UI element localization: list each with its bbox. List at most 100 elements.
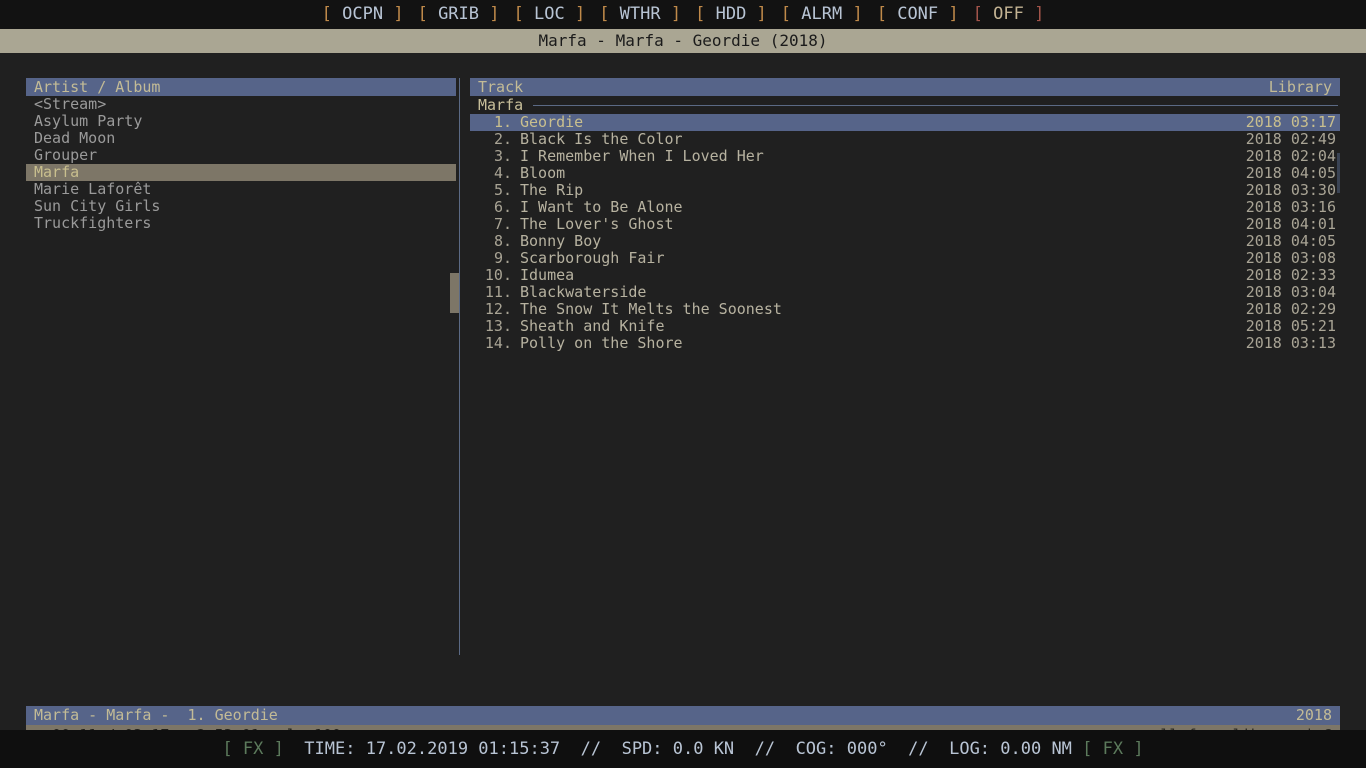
list-item-stream[interactable]: <Stream> [26, 96, 456, 113]
bracket-close: ] [383, 4, 404, 24]
library-column-label: Library [1268, 77, 1332, 96]
track-list[interactable]: 1. Geordie 2018 03:17 2. Black Is the Co… [470, 114, 1340, 352]
menu-item-label: LOC [533, 4, 565, 24]
track-number: 12. [484, 300, 512, 318]
table-row[interactable]: 6. I Want to Be Alone 2018 03:16 [470, 199, 1340, 216]
panel-divider [459, 78, 460, 655]
track-year: 2018 [1245, 317, 1282, 335]
track-spacer [1282, 166, 1291, 181]
track-number: 6. [493, 198, 512, 216]
main-content: Artist / Album <Stream> Asylum Party Dea… [0, 53, 1366, 745]
bracket-close: ] [842, 4, 863, 24]
table-row[interactable]: 2. Black Is the Color 2018 02:49 [470, 131, 1340, 148]
list-item-marfa[interactable]: Marfa [26, 164, 456, 181]
table-row[interactable]: 8. Bonny Boy 2018 04:05 [470, 233, 1340, 250]
track-title: The Snow It Melts the Soonest [520, 300, 782, 318]
menu-item-label: ALRM [801, 4, 843, 24]
table-row[interactable]: 4. Bloom 2018 04:05 [470, 165, 1340, 182]
track-spacer [1282, 132, 1291, 147]
list-item-label: Marfa [34, 163, 80, 181]
table-row[interactable]: 1. Geordie 2018 03:17 [470, 114, 1340, 131]
nav-readout-spacer-right [1072, 739, 1082, 759]
track-spacer [1282, 319, 1291, 334]
artist-album-header-label: Artist / Album [34, 77, 161, 96]
nav-readout: TIME: 17.02.2019 01:15:37 // SPD: 0.0 KN… [304, 739, 1072, 759]
track-year: 2018 [1245, 130, 1282, 148]
track-year: 2018 [1245, 266, 1282, 284]
menu-item-label: WTHR [619, 4, 661, 24]
track-title: Blackwaterside [520, 283, 647, 301]
track-number: 13. [484, 317, 512, 335]
bracket-open: [ [972, 4, 994, 24]
table-row[interactable]: 12. The Snow It Melts the Soonest 2018 0… [470, 301, 1340, 318]
table-row[interactable]: 3. I Remember When I Loved Her 2018 02:0… [470, 148, 1340, 165]
bracket-open: [ [417, 4, 439, 24]
list-item-label: Grouper [34, 146, 98, 164]
bracket-close: ] [938, 4, 959, 24]
track-spacer [1282, 302, 1291, 317]
track-number: 4. [493, 164, 512, 182]
menu-item-off[interactable]: [ OFF ] [973, 6, 1045, 23]
track-duration: 04:05 [1290, 164, 1336, 182]
menu-item-loc[interactable]: [ LOC ] [514, 6, 586, 23]
track-title: I Want to Be Alone [520, 198, 683, 216]
track-spacer [1282, 285, 1291, 300]
table-row[interactable]: 10. Idumea 2018 02:33 [470, 267, 1340, 284]
track-number: 9. [493, 249, 512, 267]
artist-album-panel: Artist / Album <Stream> Asylum Party Dea… [26, 78, 456, 652]
track-title: The Rip [520, 181, 584, 199]
list-item-label: <Stream> [34, 95, 107, 113]
artist-album-scrollbar-thumb[interactable] [450, 273, 459, 313]
page-title: Marfa - Marfa - Geordie (2018) [538, 31, 828, 50]
menu-item-grib[interactable]: [ GRIB ] [418, 6, 500, 23]
track-title: I Remember When I Loved Her [520, 147, 764, 165]
track-duration: 03:13 [1290, 334, 1336, 352]
list-item-marie-laforet[interactable]: Marie Laforêt [26, 181, 456, 198]
list-item-grouper[interactable]: Grouper [26, 147, 456, 164]
table-row[interactable]: 14. Polly on the Shore 2018 03:13 [470, 335, 1340, 352]
table-row[interactable]: 13. Sheath and Knife 2018 05:21 [470, 318, 1340, 335]
now-playing-bar: Marfa - Marfa - 1. Geordie 2018 [26, 706, 1340, 725]
menu-item-ocpn[interactable]: [ OCPN ] [322, 6, 404, 23]
track-spacer [1282, 183, 1291, 198]
nav-status-bar: [ FX ] TIME: 17.02.2019 01:15:37 // SPD:… [0, 730, 1366, 768]
menu-item-alrm[interactable]: [ ALRM ] [781, 6, 863, 23]
track-year: 2018 [1245, 249, 1282, 267]
menu-item-hdd[interactable]: [ HDD ] [695, 6, 767, 23]
table-row[interactable]: 5. The Rip 2018 03:30 [470, 182, 1340, 199]
table-row[interactable]: 11. Blackwaterside 2018 03:04 [470, 284, 1340, 301]
track-title: The Lover's Ghost [520, 215, 674, 233]
table-row[interactable]: 7. The Lover's Ghost 2018 04:01 [470, 216, 1340, 233]
list-item-asylum-party[interactable]: Asylum Party [26, 113, 456, 130]
track-title: Bonny Boy [520, 232, 602, 250]
track-number: 10. [484, 266, 512, 284]
track-year: 2018 [1245, 198, 1282, 216]
list-item-truckfighters[interactable]: Truckfighters [26, 215, 456, 232]
artist-album-list[interactable]: <Stream> Asylum Party Dead Moon Grouper … [26, 96, 456, 232]
table-row[interactable]: 9. Scarborough Fair 2018 03:08 [470, 250, 1340, 267]
menu-item-label: GRIB [438, 4, 480, 24]
list-item-label: Dead Moon [34, 129, 116, 147]
track-title: Sheath and Knife [520, 317, 665, 335]
track-year: 2018 [1245, 164, 1282, 182]
track-title: Bloom [520, 164, 566, 182]
album-group-header: Marfa [470, 96, 1340, 114]
track-duration: 02:49 [1290, 130, 1336, 148]
bracket-close: ] [660, 4, 682, 24]
menu-item-label: CONF [897, 4, 939, 24]
track-number: 1. [493, 113, 512, 131]
track-spacer [1282, 200, 1291, 215]
bracket-close: ] [1023, 4, 1045, 24]
menu-item-conf[interactable]: [ CONF ] [877, 6, 959, 23]
list-item-label: Marie Laforêt [34, 180, 152, 198]
track-year: 2018 [1245, 113, 1282, 131]
list-item-dead-moon[interactable]: Dead Moon [26, 130, 456, 147]
album-group-label: Marfa [478, 96, 524, 114]
list-item-sun-city-girls[interactable]: Sun City Girls [26, 198, 456, 215]
track-title: Geordie [520, 113, 584, 131]
fx-right-button[interactable]: [ FX ] [1082, 739, 1143, 759]
track-title: Idumea [520, 266, 575, 284]
track-year: 2018 [1245, 232, 1282, 250]
menu-item-wthr[interactable]: [ WTHR ] [599, 6, 681, 23]
fx-left-button[interactable]: [ FX ] [222, 739, 283, 759]
